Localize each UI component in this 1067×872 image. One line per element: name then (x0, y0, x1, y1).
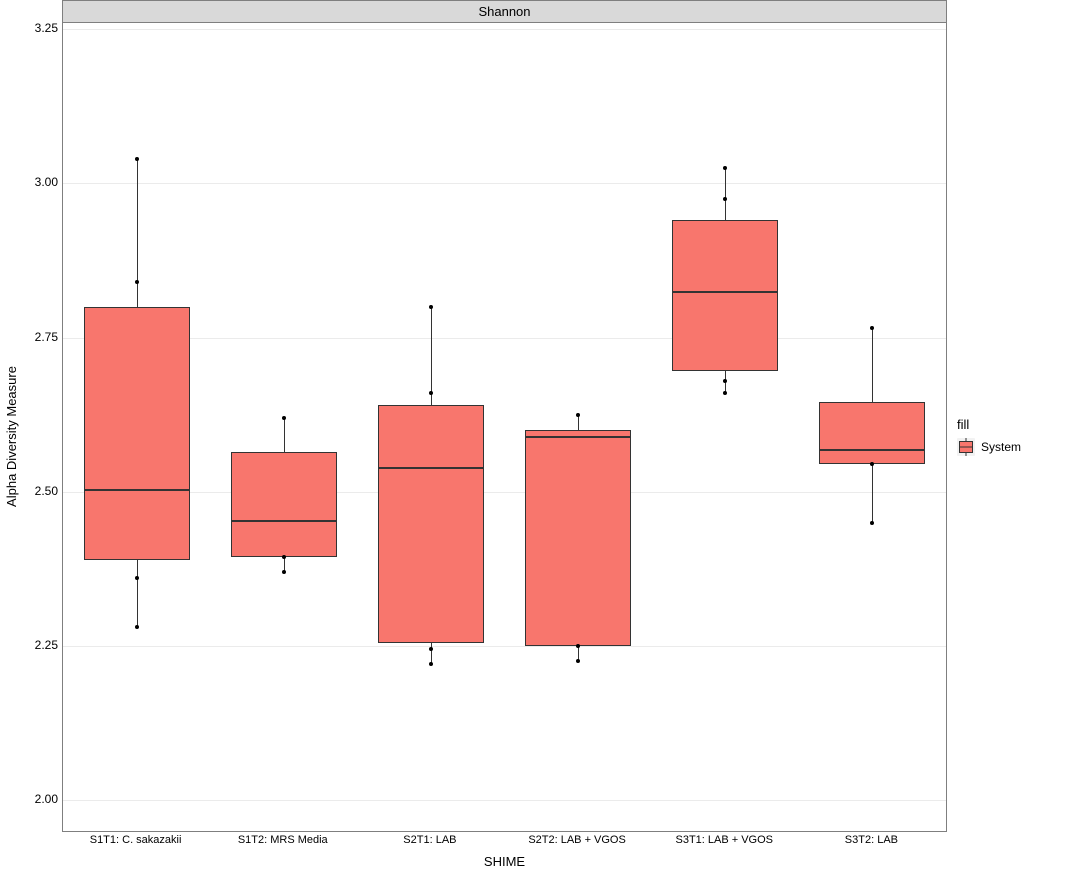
x-tick-label: S2T1: LAB (403, 834, 456, 846)
data-point (723, 166, 727, 170)
boxplot-median (84, 489, 190, 491)
data-point (282, 570, 286, 574)
legend: fill System (947, 0, 1067, 872)
gridline (63, 492, 946, 493)
boxplot-box (525, 430, 631, 646)
data-point (576, 413, 580, 417)
x-axis-label: SHIME (484, 854, 525, 869)
data-point (135, 157, 139, 161)
data-point (135, 280, 139, 284)
boxplot-box (672, 220, 778, 371)
legend-label: System (981, 440, 1021, 454)
gridline (63, 183, 946, 184)
facet-label: Shannon (478, 4, 530, 19)
data-point (282, 416, 286, 420)
data-point (135, 625, 139, 629)
data-point (429, 647, 433, 651)
y-axis-label-col: Alpha Diversity Measure (0, 0, 22, 872)
y-tick-label: 2.75 (35, 330, 58, 344)
gridline (63, 338, 946, 339)
y-tick-label: 2.50 (35, 484, 58, 498)
data-point (870, 326, 874, 330)
legend-title: fill (957, 417, 1067, 432)
data-point (135, 576, 139, 580)
data-point (870, 462, 874, 466)
gridline (63, 29, 946, 30)
data-point (870, 521, 874, 525)
y-tick-label: 3.25 (35, 21, 58, 35)
x-tick-label: S2T2: LAB + VGOS (528, 834, 626, 846)
x-tick-label: S3T1: LAB + VGOS (675, 834, 773, 846)
boxplot-median (672, 291, 778, 293)
boxplot-median (231, 520, 337, 522)
x-axis-label-row: SHIME (62, 850, 947, 872)
y-axis-ticks: 2.00 2.25 2.50 2.75 3.00 3.25 (22, 0, 62, 872)
x-tick-label: S1T2: MRS Media (238, 834, 328, 846)
boxplot-median (819, 449, 925, 451)
data-point (429, 662, 433, 666)
data-point (723, 379, 727, 383)
y-axis-label: Alpha Diversity Measure (4, 366, 19, 507)
x-tick-label: S3T2: LAB (845, 834, 898, 846)
gridline (63, 800, 946, 801)
y-tick-label: 3.00 (35, 175, 58, 189)
x-tick-label: S1T1: C. sakazakii (90, 834, 182, 846)
y-tick-label: 2.25 (35, 638, 58, 652)
boxplot-box (819, 402, 925, 464)
y-tick-label: 2.00 (35, 792, 58, 806)
legend-key (957, 438, 975, 456)
plot-column: Shannon S1T1: C. sakazakii S1T2: MRS Medi… (62, 0, 947, 872)
data-point (723, 197, 727, 201)
legend-item: System (957, 438, 1067, 456)
boxplot-median (525, 436, 631, 438)
data-point (429, 391, 433, 395)
facet-strip: Shannon (62, 0, 947, 22)
data-point (723, 391, 727, 395)
data-point (576, 659, 580, 663)
gridline (63, 646, 946, 647)
boxplot-median (378, 467, 484, 469)
boxplot-box (378, 405, 484, 642)
plot-area (62, 22, 947, 832)
boxplot-box (84, 307, 190, 560)
chart-container: Alpha Diversity Measure 2.00 2.25 2.50 2.75… (0, 0, 1067, 872)
data-point (576, 644, 580, 648)
boxplot-box (231, 452, 337, 557)
data-point (282, 555, 286, 559)
x-axis-ticks: S1T1: C. sakazakii S1T2: MRS Media S2T1: L… (62, 832, 947, 850)
data-point (429, 305, 433, 309)
